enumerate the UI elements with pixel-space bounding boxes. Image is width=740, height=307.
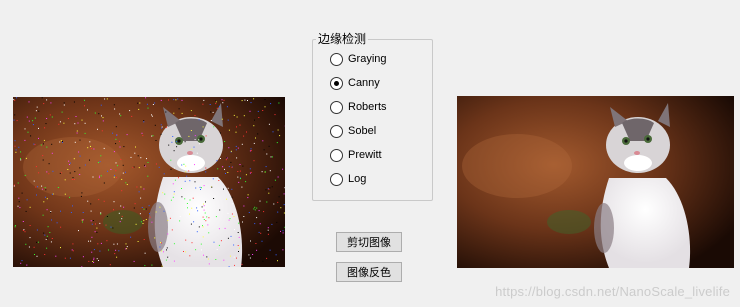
radio-button-icon[interactable] bbox=[330, 148, 343, 162]
radio-label: Log bbox=[348, 173, 367, 185]
radio-canny[interactable]: Canny bbox=[330, 75, 380, 91]
source-image bbox=[13, 97, 285, 267]
radio-label: Roberts bbox=[348, 101, 387, 113]
group-title: 边缘检测 bbox=[316, 32, 369, 46]
radio-button-icon[interactable] bbox=[330, 124, 343, 138]
radio-button-icon[interactable] bbox=[330, 52, 343, 66]
radio-roberts[interactable]: Roberts bbox=[330, 99, 387, 115]
radio-button-icon[interactable] bbox=[330, 172, 343, 186]
radio-log[interactable]: Log bbox=[330, 171, 366, 187]
radio-label: Prewitt bbox=[348, 149, 382, 161]
radio-label: Sobel bbox=[348, 125, 377, 137]
radio-button-checked-icon[interactable] bbox=[330, 76, 343, 90]
radio-sobel[interactable]: Sobel bbox=[330, 123, 376, 139]
radio-label: Canny bbox=[348, 77, 380, 89]
watermark-text: https://blog.csdn.net/NanoScale_livelife bbox=[495, 284, 730, 299]
radio-button-icon[interactable] bbox=[330, 100, 343, 114]
radio-label: Graying bbox=[348, 53, 387, 65]
radio-graying[interactable]: Graying bbox=[330, 51, 387, 67]
invert-image-button[interactable]: 图像反色 bbox=[336, 262, 402, 282]
crop-image-button[interactable]: 剪切图像 bbox=[336, 232, 402, 252]
radio-prewitt[interactable]: Prewitt bbox=[330, 147, 382, 163]
result-image bbox=[457, 96, 734, 268]
